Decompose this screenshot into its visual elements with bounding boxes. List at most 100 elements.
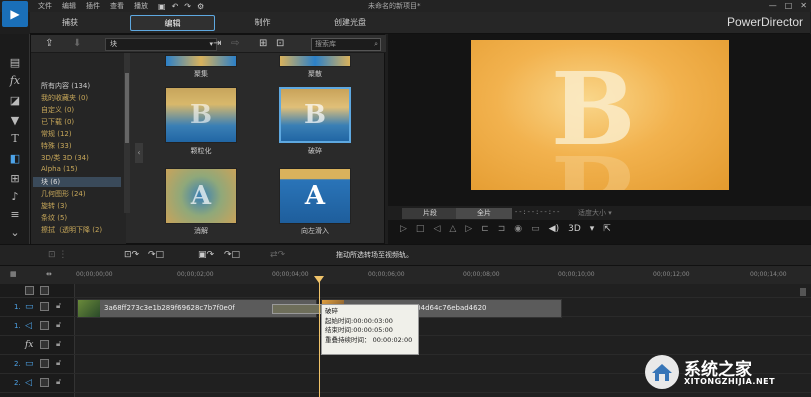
pip-room-icon[interactable]: ◪ [8,94,22,108]
track-enable-checkbox[interactable] [40,302,49,311]
category-item[interactable]: 特殊 (33) [41,141,72,151]
effect-room-icon[interactable]: fx [8,74,22,88]
mark-in-icon[interactable]: ⊏ [481,224,489,234]
lock-icon[interactable]: 🔓︎ [56,358,61,368]
thumbnail-size-icon[interactable]: ⊡ [276,38,284,49]
category-item[interactable]: 擦拭（透明下降 (2) [41,225,102,235]
tab-produce[interactable]: 制作 [220,15,305,31]
subtitle-room-icon[interactable]: ⌄ [8,226,22,240]
menu-view[interactable]: 查看 [110,1,124,11]
trim-dropdown-icon[interactable]: ↷□ [148,250,164,260]
import-icon[interactable]: ⇪ [45,38,53,49]
category-item[interactable]: 自定义 (0) [41,105,74,115]
clip-mode-button[interactable]: 片段 [402,208,458,219]
menu-plugins[interactable]: 插件 [86,1,100,11]
category-item[interactable]: Alpha (15) [41,165,78,173]
track-enable-checkbox[interactable] [40,359,49,368]
category-item[interactable]: 旋转 (3) [41,201,67,211]
transition-thumb-slide-left[interactable]: A [279,168,351,224]
lock-icon[interactable]: 🔓︎ [56,320,61,330]
minimize-icon[interactable]: — [769,0,777,12]
category-item[interactable]: 已下载 (0) [41,117,74,127]
category-item[interactable]: 所有内容 (134) [41,81,90,91]
transition-thumb-granulate[interactable]: B [165,87,237,143]
timeline-scroll-thumb[interactable] [800,288,806,296]
transition-overlap-marker[interactable] [272,304,322,314]
category-item[interactable]: 几何图形 (24) [41,189,86,199]
chapter-room-icon[interactable]: ≡ [8,208,22,222]
category-dropdown[interactable]: 块 ▾ [105,38,217,51]
enable-all-checkbox[interactable] [40,286,49,295]
disabled-tool-icon[interactable]: ⇄↷ [270,250,285,260]
transition-thumb-gather[interactable] [165,55,237,67]
close-icon[interactable]: ✕ [800,0,807,12]
snapshot-icon[interactable]: ◉ [514,224,522,234]
add-to-timeline-icon[interactable]: ⇥ [213,38,221,49]
delete-dropdown-icon[interactable]: ↷□ [224,250,240,260]
category-item[interactable]: 我的收藏夹 (0) [41,93,88,103]
category-item-selected[interactable]: 块 (6) [33,177,121,187]
volume-icon[interactable]: ◀) [549,224,559,234]
fast-forward-icon[interactable]: ▷ [465,224,472,234]
record-icon[interactable]: ▭ [531,224,540,234]
movie-mode-button[interactable]: 全片 [456,208,512,219]
fit-timeline-icon[interactable]: ⇹ [46,270,52,278]
undo-icon[interactable]: ↶ [172,2,179,11]
category-scroll-thumb[interactable] [125,73,129,143]
transition-thumb-shatter-selected[interactable]: B [279,87,351,143]
playhead-handle[interactable] [314,276,324,283]
stop-icon[interactable]: □ [416,224,425,234]
category-scrollbar[interactable] [124,53,130,213]
track-manager-icon[interactable]: ▦ [10,270,17,278]
redo-icon[interactable]: ↷ [184,2,191,11]
lock-icon[interactable]: 🔓︎ [56,339,61,349]
zoom-size-dropdown[interactable]: 适度大小 ▾ [578,208,612,218]
grid-view-icon[interactable]: ⊞ [259,38,267,49]
media-room-icon[interactable]: ▤ [8,56,22,70]
menu-file[interactable]: 文件 [38,1,52,11]
transition-room-icon[interactable]: ◧ [8,152,22,166]
menu-playback[interactable]: 播放 [134,1,148,11]
three-d-toggle[interactable]: 3D [568,224,581,234]
audio-mixing-room-icon[interactable]: ⊞ [8,172,22,186]
lock-icon[interactable]: 🔓︎ [56,301,61,311]
category-item[interactable]: 3D/类 3D (34) [41,153,89,163]
track-enable-checkbox[interactable] [40,340,49,349]
playhead-line[interactable] [319,276,320,397]
previous-frame-icon[interactable]: ◁ [433,224,440,234]
document-title: 未命名的新项目* [368,2,421,10]
voiceover-room-icon[interactable]: ♪ [8,190,22,204]
track-enable-checkbox[interactable] [40,378,49,387]
tab-edit[interactable]: 编辑 [130,15,215,31]
settings-icon[interactable]: ⚙ [197,2,204,11]
particle-room-icon[interactable]: ▼ [8,114,22,128]
track-enable-checkbox[interactable] [40,321,49,330]
collapse-panel-button[interactable]: ‹ [135,143,143,163]
transition-thumb-scatter[interactable] [279,55,351,67]
next-frame-icon[interactable]: △ [449,224,456,234]
category-item[interactable]: 常规 (12) [41,129,72,139]
chevron-down-icon[interactable]: ▾ [590,224,595,234]
undock-icon[interactable]: ⇱ [603,224,611,234]
transition-thumb-dissolve[interactable]: A [165,168,237,224]
lock-icon[interactable]: 🔓︎ [56,377,61,387]
split-icon[interactable]: ⊡ ⋮ [48,250,67,260]
maximize-icon[interactable]: □ [785,0,793,12]
library-search-input[interactable]: 搜索库 ⌕ [311,38,381,51]
select-all-checkbox[interactable] [25,286,34,295]
menu-edit[interactable]: 编辑 [62,1,76,11]
favorite-icon[interactable]: ⇨ [231,38,239,49]
play-icon[interactable]: ▷ [400,224,407,234]
delete-clip-icon[interactable]: ▣↷ [198,250,214,260]
timeline-ruler[interactable]: ▦ ⇹ 00;00;00;00 00;00;02;00 00;00;04;00 … [0,266,811,284]
tab-capture[interactable]: 捕获 [30,15,110,31]
mark-out-icon[interactable]: ⊐ [498,224,506,234]
transition-label: 消解 [194,227,208,235]
preview-letter-reflection: B [551,132,636,190]
trim-icon[interactable]: ⊡↷ [124,250,139,260]
tab-create-disc[interactable]: 创建光盘 [310,15,390,31]
title-room-icon[interactable]: T [8,132,22,146]
category-item[interactable]: 条纹 (5) [41,213,67,223]
save-icon[interactable]: ▣ [158,2,166,11]
download-icon[interactable]: ⬇ [73,38,81,49]
